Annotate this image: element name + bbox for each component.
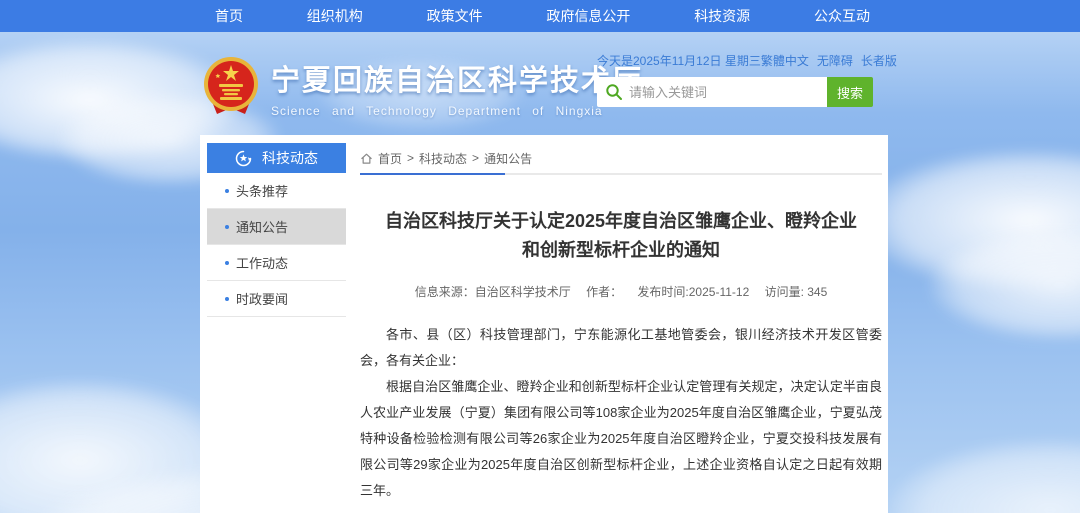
top-nav-links: 首页 组织机构 政策文件 政府信息公开 科技资源 公众互动 bbox=[215, 0, 870, 32]
sidebar-title: 科技动态 bbox=[262, 148, 318, 168]
sidebar-item-label: 工作动态 bbox=[236, 253, 288, 272]
sidebar-item-label: 时政要闻 bbox=[236, 289, 288, 308]
search-bar: 搜索 bbox=[597, 77, 873, 107]
nav-item-organization[interactable]: 组织机构 bbox=[307, 6, 363, 26]
breadcrumb-divider bbox=[360, 173, 882, 175]
sidebar-item-notices[interactable]: 通知公告 bbox=[207, 209, 346, 245]
site-title: 宁夏回族自治区科学技术厅 bbox=[271, 57, 643, 99]
bullet-dot-icon bbox=[225, 189, 229, 193]
nav-item-home[interactable]: 首页 bbox=[215, 6, 243, 26]
meta-source: 信息来源：自治区科学技术厅 bbox=[415, 285, 571, 299]
search-input[interactable] bbox=[629, 85, 789, 100]
bullet-dot-icon bbox=[225, 225, 229, 229]
accessibility-link[interactable]: 无障碍 bbox=[817, 52, 853, 69]
sidebar-item-label: 通知公告 bbox=[236, 217, 288, 236]
sidebar-item-work-trends[interactable]: 工作动态 bbox=[207, 245, 346, 281]
nav-item-resources[interactable]: 科技资源 bbox=[694, 6, 750, 26]
article-paragraph: 各市、县（区）科技管理部门，宁东能源化工基地管委会，银川经济技术开发区管委会，各… bbox=[360, 322, 882, 374]
article-title-line2: 和创新型标杆企业的通知 bbox=[360, 236, 882, 265]
sidebar-item-current-politics[interactable]: 时政要闻 bbox=[207, 281, 346, 317]
content-panel: 科技动态 头条推荐 通知公告 工作动态 时政要闻 bbox=[200, 135, 888, 513]
article-meta: 信息来源：自治区科学技术厅 作者： 发布时间:2025-11-12 访问量: 3… bbox=[360, 283, 882, 300]
top-nav-bar: 首页 组织机构 政策文件 政府信息公开 科技资源 公众互动 bbox=[0, 0, 1080, 32]
article-title-line1: 自治区科技厅关于认定2025年度自治区雏鹰企业、瞪羚企业 bbox=[360, 207, 882, 236]
elder-version-link[interactable]: 长者版 bbox=[861, 52, 897, 69]
breadcrumb-category[interactable]: 科技动态 bbox=[419, 150, 467, 167]
sidebar: 科技动态 头条推荐 通知公告 工作动态 时政要闻 bbox=[207, 143, 346, 317]
nav-item-policy[interactable]: 政策文件 bbox=[427, 6, 483, 26]
site-subtitle: Science and Technology Department of Nin… bbox=[271, 104, 643, 118]
current-date: 今天是2025年11月12日 星期三 bbox=[597, 52, 761, 69]
breadcrumb-divider-highlight bbox=[360, 173, 505, 175]
site-header: 宁夏回族自治区科学技术厅 Science and Technology Depa… bbox=[0, 32, 1080, 135]
nav-item-gov-info[interactable]: 政府信息公开 bbox=[546, 6, 630, 26]
search-button[interactable]: 搜索 bbox=[827, 77, 873, 107]
breadcrumb-current[interactable]: 通知公告 bbox=[484, 150, 532, 167]
site-title-block: 宁夏回族自治区科学技术厅 Science and Technology Depa… bbox=[271, 57, 643, 118]
header-utilities: 今天是2025年11月12日 星期三 繁體中文 无障碍 长者版 搜索 bbox=[597, 52, 873, 107]
sidebar-item-label: 头条推荐 bbox=[236, 181, 288, 200]
search-icon bbox=[605, 83, 623, 101]
breadcrumb-separator: > bbox=[472, 151, 479, 165]
breadcrumb-home[interactable]: 首页 bbox=[378, 150, 402, 167]
date-lang-row: 今天是2025年11月12日 星期三 繁體中文 无障碍 长者版 bbox=[597, 52, 873, 69]
article-title: 自治区科技厅关于认定2025年度自治区雏鹰企业、瞪羚企业 和创新型标杆企业的通知 bbox=[360, 207, 882, 265]
sidebar-header: 科技动态 bbox=[207, 143, 346, 173]
national-emblem-logo bbox=[203, 56, 259, 118]
site-brand[interactable]: 宁夏回族自治区科学技术厅 Science and Technology Depa… bbox=[203, 56, 643, 118]
article-body: 各市、县（区）科技管理部门，宁东能源化工基地管委会，银川经济技术开发区管委会，各… bbox=[360, 322, 882, 504]
cloud-decoration bbox=[890, 440, 1080, 513]
article-area: 首页 > 科技动态 > 通知公告 自治区科技厅关于认定2025年度自治区雏鹰企业… bbox=[360, 143, 882, 513]
bullet-dot-icon bbox=[225, 297, 229, 301]
meta-views: 访问量: 345 bbox=[765, 285, 828, 299]
bullet-dot-icon bbox=[225, 261, 229, 265]
breadcrumb: 首页 > 科技动态 > 通知公告 bbox=[360, 145, 882, 171]
meta-published: 发布时间:2025-11-12 bbox=[637, 285, 749, 299]
page-background: 首页 组织机构 政策文件 政府信息公开 科技资源 公众互动 宁夏回族自治区科学技 bbox=[0, 0, 1080, 513]
sidebar-item-headlines[interactable]: 头条推荐 bbox=[207, 173, 346, 209]
search-box bbox=[597, 77, 827, 107]
traditional-chinese-link[interactable]: 繁體中文 bbox=[761, 52, 809, 69]
meta-author: 作者： bbox=[586, 285, 622, 299]
circular-star-icon bbox=[235, 150, 252, 167]
lang-links: 繁體中文 无障碍 长者版 bbox=[761, 52, 897, 69]
home-icon bbox=[360, 152, 373, 165]
article-paragraph: 根据自治区雏鹰企业、瞪羚企业和创新型标杆企业认定管理有关规定，决定认定半亩良人农… bbox=[360, 374, 882, 504]
breadcrumb-separator: > bbox=[407, 151, 414, 165]
nav-item-interaction[interactable]: 公众互动 bbox=[814, 6, 870, 26]
